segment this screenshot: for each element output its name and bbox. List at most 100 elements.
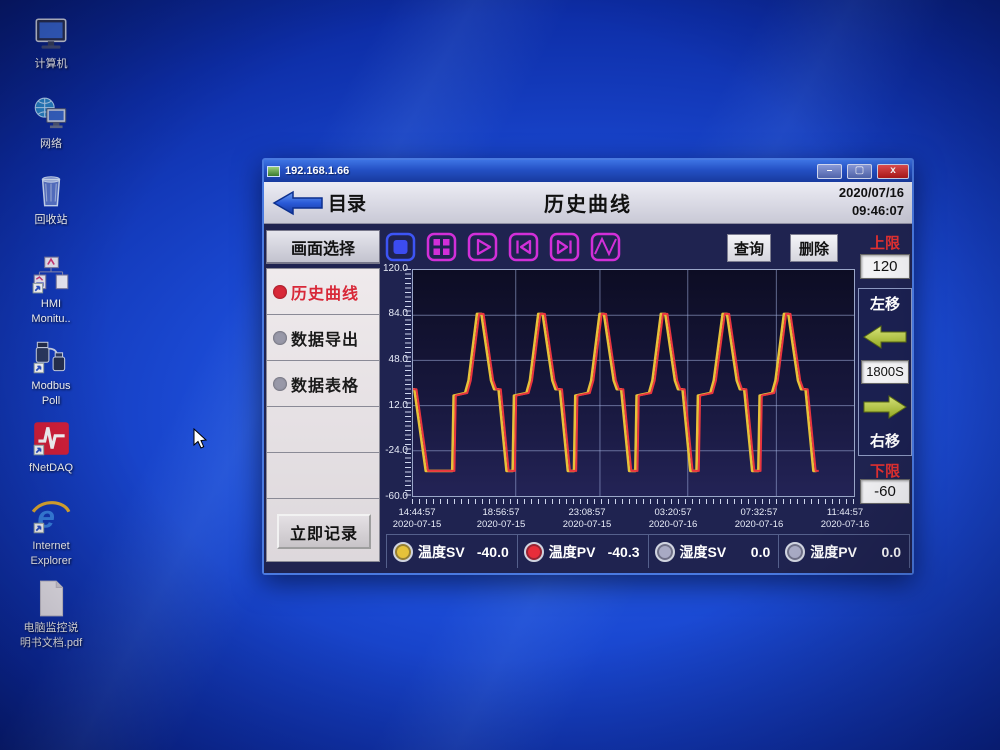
minimize-button[interactable]: – [817, 164, 842, 179]
desktop-icon-computer[interactable]: 计算机 [8, 14, 94, 71]
legend-item-temp-sv[interactable]: 温度SV -40.0 [386, 535, 518, 568]
x-tick-label: 18:56:572020-07-15 [461, 507, 541, 531]
play-icon[interactable] [467, 232, 498, 262]
y-tick-label: 84.0 [364, 308, 408, 319]
grid-view-icon[interactable] [426, 232, 457, 262]
legend-value: 0.0 [882, 544, 901, 560]
lower-limit-value[interactable]: -60 [860, 479, 910, 504]
upper-limit-value[interactable]: 120 [860, 254, 910, 279]
desktop-icon-label: HMI [41, 298, 61, 311]
hmi-monitor-icon [30, 254, 72, 296]
delete-button[interactable]: 删除 [790, 234, 838, 262]
y-tick-label: 12.0 [364, 400, 408, 411]
legend-item-humidity-sv[interactable]: 湿度SV 0.0 [649, 535, 780, 568]
lower-limit-label: 下限 [858, 460, 912, 481]
recycle-bin-icon [30, 170, 72, 212]
desktop-icon-label2: 明书文档.pdf [20, 637, 82, 650]
y-axis-tick-ruler [405, 269, 411, 497]
desktop-icon-label: Internet [32, 540, 69, 553]
upper-limit-label: 上限 [858, 232, 912, 253]
pan-right-arrow-icon[interactable] [862, 394, 908, 420]
desktop-icon-label: 计算机 [35, 58, 68, 71]
maximize-button[interactable]: ▢ [847, 164, 872, 179]
page-title: 历史曲线 [264, 188, 912, 217]
sidebar-header: 画面选择 [266, 230, 380, 264]
desktop-icon-label: Modbus [31, 380, 70, 393]
desktop-icon-hmi-monitor[interactable]: HMI Monitu.. [8, 254, 94, 326]
internet-explorer-icon: e [30, 496, 72, 538]
desktop-icon-network[interactable]: 网络 [8, 94, 94, 151]
modbus-poll-icon [30, 336, 72, 378]
window-app-icon [267, 166, 280, 177]
desktop-icon-internet-explorer[interactable]: e Internet Explorer [8, 496, 94, 568]
radio-dot-icon [273, 331, 287, 345]
pan-interval-value[interactable]: 1800S [861, 360, 909, 384]
desktop-icon-recycle-bin[interactable]: 回收站 [8, 170, 94, 227]
x-tick-label: 11:44:572020-07-16 [805, 507, 885, 531]
pdf-document-icon [30, 578, 72, 620]
legend-item-humidity-pv[interactable]: 湿度PV 0.0 [779, 535, 910, 568]
desktop-icon-label: 回收站 [35, 214, 68, 227]
date-text: 2020/07/16 [839, 184, 904, 202]
humidity-sv-swatch-icon [655, 542, 675, 562]
sidebar-empty-row [267, 407, 379, 453]
curve-display-icon[interactable] [590, 232, 621, 262]
skip-to-start-icon[interactable] [508, 232, 539, 262]
close-button[interactable]: x [877, 164, 909, 179]
x-tick-label: 07:32:572020-07-16 [719, 507, 799, 531]
pan-right-label: 右移 [870, 430, 900, 451]
trend-curves [413, 270, 854, 496]
desktop-icon-label2: Explorer [31, 555, 72, 568]
y-tick-label: 48.0 [364, 354, 408, 365]
mouse-cursor [193, 428, 209, 450]
y-tick-label: -60.0 [364, 491, 408, 502]
desktop: 计算机 网络 回收站 [0, 0, 1000, 750]
sidebar-item-label: 数据导出 [291, 326, 359, 350]
legend-value: 0.0 [751, 544, 770, 560]
query-button[interactable]: 查询 [727, 234, 771, 262]
window-titlebar[interactable]: 192.168.1.66 – ▢ x [264, 160, 912, 182]
desktop-icon-label: fNetDAQ [29, 462, 73, 475]
skip-to-end-icon[interactable] [549, 232, 580, 262]
hmi-window: 192.168.1.66 – ▢ x 目录 历史曲线 2020/07/16 09… [262, 158, 914, 575]
desktop-icon-pdf-document[interactable]: 电脑监控说 明书文档.pdf [8, 578, 94, 650]
y-tick-label: 120.0 [364, 263, 408, 274]
curve-legend: 温度SV -40.0 温度PV -40.3 湿度SV 0.0 湿度PV 0.0 [386, 534, 910, 568]
sidebar-item-data-table[interactable]: 数据表格 [267, 361, 379, 407]
desktop-icon-label2: Monitu.. [31, 313, 70, 326]
chart-toolbar [385, 232, 621, 262]
trend-chart-plot[interactable] [412, 269, 855, 497]
record-now-button[interactable]: 立即记录 [277, 514, 371, 549]
legend-value: -40.0 [477, 544, 509, 560]
temp-sv-swatch-icon [393, 542, 413, 562]
legend-value: -40.3 [608, 544, 640, 560]
sidebar-item-data-export[interactable]: 数据导出 [267, 315, 379, 361]
pan-left-arrow-icon[interactable] [862, 324, 908, 350]
computer-icon [30, 14, 72, 56]
legend-label: 温度PV [549, 542, 596, 562]
window-title: 192.168.1.66 [285, 165, 812, 177]
desktop-icon-fnetdaq[interactable]: fNetDAQ [8, 418, 94, 475]
legend-item-temp-pv[interactable]: 温度PV -40.3 [518, 535, 649, 568]
x-tick-label: 23:08:572020-07-15 [547, 507, 627, 531]
desktop-icon-modbus-poll[interactable]: Modbus Poll [8, 336, 94, 408]
temp-pv-swatch-icon [524, 542, 544, 562]
stop-display-icon[interactable] [385, 232, 416, 262]
desktop-icon-label2: Poll [42, 395, 60, 408]
legend-label: 温度SV [418, 542, 465, 562]
radio-dot-icon [273, 377, 287, 391]
sidebar-item-label: 历史曲线 [291, 280, 359, 304]
network-icon [30, 94, 72, 136]
sidebar-empty-row [267, 453, 379, 499]
desktop-icon-label: 网络 [40, 138, 62, 151]
sidebar-item-history-curve[interactable]: 历史曲线 [267, 269, 379, 315]
legend-label: 湿度SV [680, 542, 727, 562]
datetime-display: 2020/07/16 09:46:07 [839, 184, 904, 220]
sidebar-panel: 历史曲线 数据导出 数据表格 立即记录 [266, 268, 380, 562]
humidity-pv-swatch-icon [785, 542, 805, 562]
fnetdaq-icon [30, 418, 72, 460]
legend-label: 湿度PV [810, 542, 857, 562]
hmi-header: 目录 历史曲线 2020/07/16 09:46:07 [264, 182, 912, 224]
pan-panel: 左移 1800S 右移 [858, 288, 912, 456]
desktop-icon-label: 电脑监控说 [24, 622, 79, 635]
